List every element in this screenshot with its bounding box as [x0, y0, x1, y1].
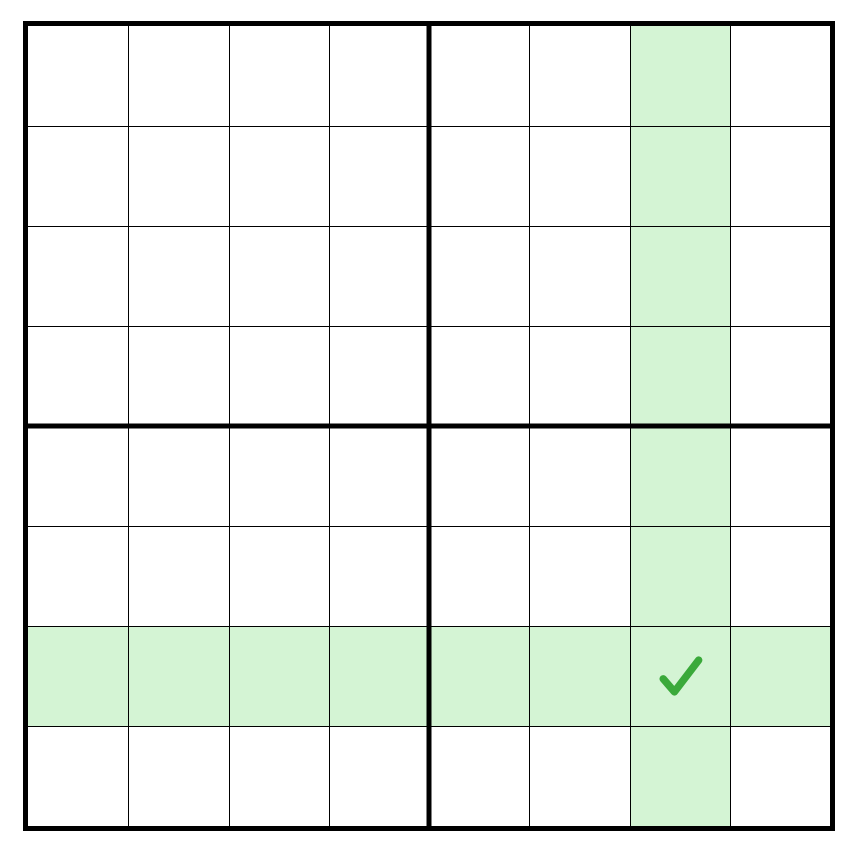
grid-line-horizontal — [28, 526, 830, 527]
grid-line-vertical — [529, 26, 530, 826]
checkmark-icon — [652, 648, 708, 704]
check-cell — [630, 626, 730, 726]
grid-line-vertical — [730, 26, 731, 826]
block-divider-horizontal — [28, 424, 830, 429]
grid-line-horizontal — [28, 726, 830, 727]
grid-container — [23, 21, 835, 831]
